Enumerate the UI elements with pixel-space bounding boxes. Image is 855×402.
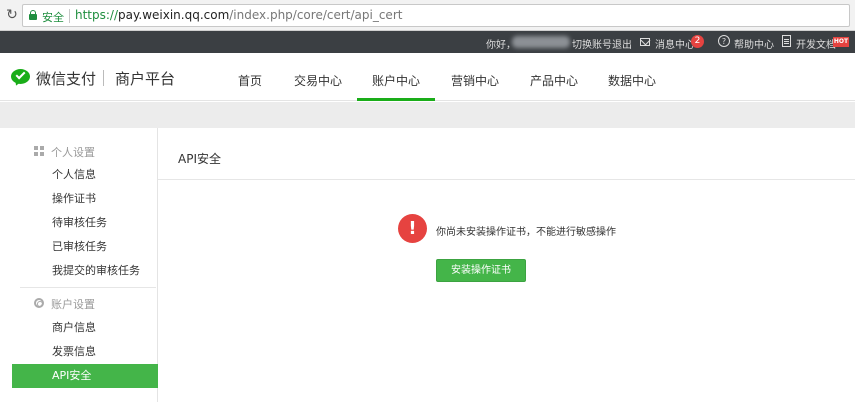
blurred-username (512, 36, 570, 48)
dev-docs-link[interactable]: 开发文档 (796, 36, 836, 51)
sidebar-group-title: 账户设置 (51, 298, 95, 311)
sidebar-divider (20, 287, 156, 288)
help-icon: ? (718, 35, 730, 47)
url-field[interactable]: 安全 https://pay.weixin.qq.com/index.php/c… (22, 4, 850, 27)
gray-band (0, 102, 855, 128)
mail-icon (640, 38, 650, 46)
sidebar-item-my-submitted[interactable]: 我提交的审核任务 (12, 259, 158, 283)
nav-transactions[interactable]: 交易中心 (294, 72, 342, 89)
reload-icon[interactable]: ↻ (4, 7, 20, 23)
warning-message: 你尚未安装操作证书，不能进行敏感操作 (436, 227, 616, 238)
url-separator (69, 9, 70, 23)
sidebar-item-operation-cert[interactable]: 操作证书 (12, 187, 158, 211)
sidebar-group-personal: 个人设置 (12, 142, 158, 162)
header: 微信支付 商户平台 首页 交易中心 账户中心 营销中心 产品中心 数据中心 (0, 53, 855, 101)
top-bar: 你好， 切换账号 退出 消息中心 2 ? 帮助中心 开发文档 HOT (0, 31, 855, 53)
url-path: /index.php/core/cert/api_cert (229, 8, 403, 22)
url-host: pay.weixin.qq.com (118, 8, 230, 22)
url-text: https://pay.weixin.qq.com/index.php/core… (75, 8, 402, 22)
sidebar-item-api-security[interactable]: API安全 (12, 364, 158, 388)
sidebar-group-title: 个人设置 (51, 146, 95, 159)
doc-icon (782, 35, 791, 47)
platform-name: 商户平台 (115, 70, 176, 88)
browser-address-bar: ↻ 安全 https://pay.weixin.qq.com/index.php… (0, 0, 855, 31)
main-content: API安全 ! 你尚未安装操作证书，不能进行敏感操作 安装操作证书 (158, 128, 855, 402)
secure-label: 安全 (42, 11, 64, 24)
help-center-link[interactable]: 帮助中心 (734, 36, 774, 51)
message-center-link[interactable]: 消息中心 (655, 36, 695, 51)
sidebar-item-merchant-info[interactable]: 商户信息 (12, 316, 158, 340)
logout-link[interactable]: 退出 (612, 36, 632, 51)
nav-account[interactable]: 账户中心 (372, 72, 420, 89)
page-title: API安全 (178, 152, 221, 166)
sidebar-group-account: 账户设置 (12, 294, 158, 314)
grid-icon (34, 146, 44, 156)
message-count-badge: 2 (691, 35, 704, 48)
url-scheme: https:// (75, 8, 119, 22)
nav-active-indicator (357, 98, 435, 101)
sidebar-item-invoice-info[interactable]: 发票信息 (12, 340, 158, 364)
title-divider (158, 179, 855, 180)
lock-icon (29, 10, 37, 20)
brand-name[interactable]: 微信支付 (36, 68, 96, 89)
switch-account-link[interactable]: 切换账号 (572, 36, 612, 51)
warning-icon: ! (398, 214, 427, 243)
sidebar: 个人设置 个人信息 操作证书 待审核任务 已审核任务 我提交的审核任务 账户设置… (12, 128, 158, 402)
hot-badge: HOT (833, 37, 849, 47)
nav-products[interactable]: 产品中心 (530, 72, 578, 89)
nav-data[interactable]: 数据中心 (608, 72, 656, 89)
brand-separator (103, 70, 104, 86)
install-cert-button[interactable]: 安装操作证书 (436, 259, 526, 282)
wechat-pay-logo-icon (11, 69, 31, 88)
sidebar-item-pending-review[interactable]: 待审核任务 (12, 211, 158, 235)
sidebar-item-reviewed[interactable]: 已审核任务 (12, 235, 158, 259)
nav-home[interactable]: 首页 (238, 72, 262, 89)
sidebar-item-personal-info[interactable]: 个人信息 (12, 163, 158, 187)
nav-marketing[interactable]: 营销中心 (451, 72, 499, 89)
gear-icon (34, 298, 44, 308)
